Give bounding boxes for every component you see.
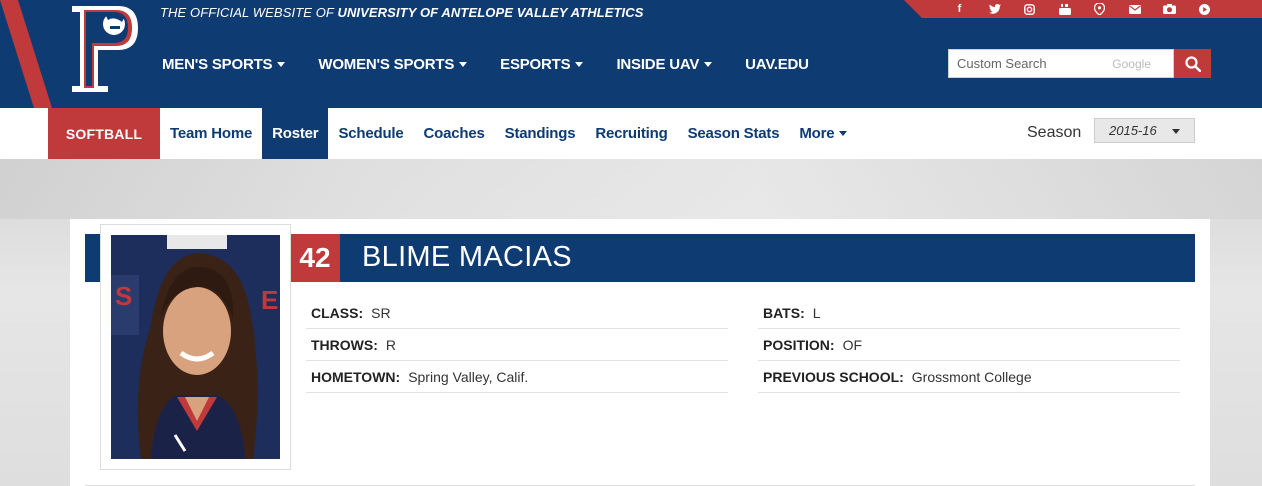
facebook-icon[interactable]: f xyxy=(942,3,977,15)
tab-coaches[interactable]: Coaches xyxy=(414,108,495,159)
svg-text:E: E xyxy=(261,285,278,315)
play-icon[interactable] xyxy=(1187,3,1222,15)
player-name: BLIME MACIAS xyxy=(362,241,572,273)
bio-column-right: BATS: L POSITION: OF PREVIOUS SCHOOL: Gross… xyxy=(758,297,1180,393)
chevron-down-icon xyxy=(459,62,468,67)
nav-esports[interactable]: ESPORTS xyxy=(500,56,584,73)
tab-team-home[interactable]: Team Home xyxy=(160,108,262,159)
header-accent-stripe xyxy=(0,0,52,108)
search-button[interactable] xyxy=(1174,49,1211,78)
sport-label[interactable]: SOFTBALL xyxy=(48,108,160,159)
bio-row-bats: BATS: L xyxy=(758,297,1180,329)
social-bar: f xyxy=(904,0,1262,18)
bio-row-class: CLASS: SR xyxy=(306,297,728,329)
youtube-icon[interactable] xyxy=(1047,3,1082,15)
tab-schedule[interactable]: Schedule xyxy=(328,108,413,159)
mail-icon[interactable] xyxy=(1117,4,1152,14)
periscope-icon[interactable] xyxy=(1082,3,1117,15)
player-card: 42 BLIME MACIAS S E CLASS: SR THROWS: R HO… xyxy=(70,219,1210,486)
pioneer-p-logo[interactable] xyxy=(66,2,142,94)
search-input[interactable] xyxy=(949,50,1099,77)
nav-womens-sports[interactable]: WOMEN'S SPORTS xyxy=(318,56,468,73)
chevron-down-icon xyxy=(704,62,713,67)
camera-icon[interactable] xyxy=(1152,4,1187,14)
chevron-down-icon xyxy=(1172,129,1180,134)
svg-text:S: S xyxy=(115,281,132,311)
team-subnav: SOFTBALL Team Home Roster Schedule Coach… xyxy=(0,108,1262,159)
season-label: Season xyxy=(1027,124,1082,141)
nav-inside-uav[interactable]: INSIDE UAV xyxy=(616,56,713,73)
tab-recruiting[interactable]: Recruiting xyxy=(585,108,677,159)
search-box: Google xyxy=(948,49,1174,78)
tab-standings[interactable]: Standings xyxy=(495,108,586,159)
bio-column-left: CLASS: SR THROWS: R HOMETOWN: Spring Valley… xyxy=(306,297,728,393)
google-branding: Google xyxy=(1112,57,1151,71)
player-photo-frame: S E xyxy=(100,224,291,470)
jersey-number: 42 xyxy=(290,234,340,282)
instagram-icon[interactable] xyxy=(1012,3,1047,15)
chevron-down-icon xyxy=(575,62,584,67)
bio-row-throws: THROWS: R xyxy=(306,329,728,361)
chevron-down-icon xyxy=(277,62,286,67)
tab-season-stats[interactable]: Season Stats xyxy=(678,108,790,159)
player-photo[interactable]: S E xyxy=(111,235,280,459)
main-nav: MEN'S SPORTS WOMEN'S SPORTS ESPORTS INSI… xyxy=(162,56,842,73)
twitter-icon[interactable] xyxy=(977,4,1012,14)
chevron-down-icon xyxy=(839,131,848,136)
nav-uav-edu[interactable]: UAV.EDU xyxy=(745,56,809,73)
bio-row-hometown: HOMETOWN: Spring Valley, Calif. xyxy=(306,361,728,393)
season-select[interactable]: 2015-16 xyxy=(1094,118,1195,143)
tab-more[interactable]: More xyxy=(789,108,857,159)
bio-row-position: POSITION: OF xyxy=(758,329,1180,361)
nav-mens-sports[interactable]: MEN'S SPORTS xyxy=(162,56,286,73)
search-icon xyxy=(1184,55,1201,72)
bio-row-previous-school: PREVIOUS SCHOOL: Grossmont College xyxy=(758,361,1180,393)
site-tagline: THE OFFICIAL WEBSITE OF UNIVERSITY OF AN… xyxy=(160,5,644,20)
tab-roster[interactable]: Roster xyxy=(262,108,329,159)
